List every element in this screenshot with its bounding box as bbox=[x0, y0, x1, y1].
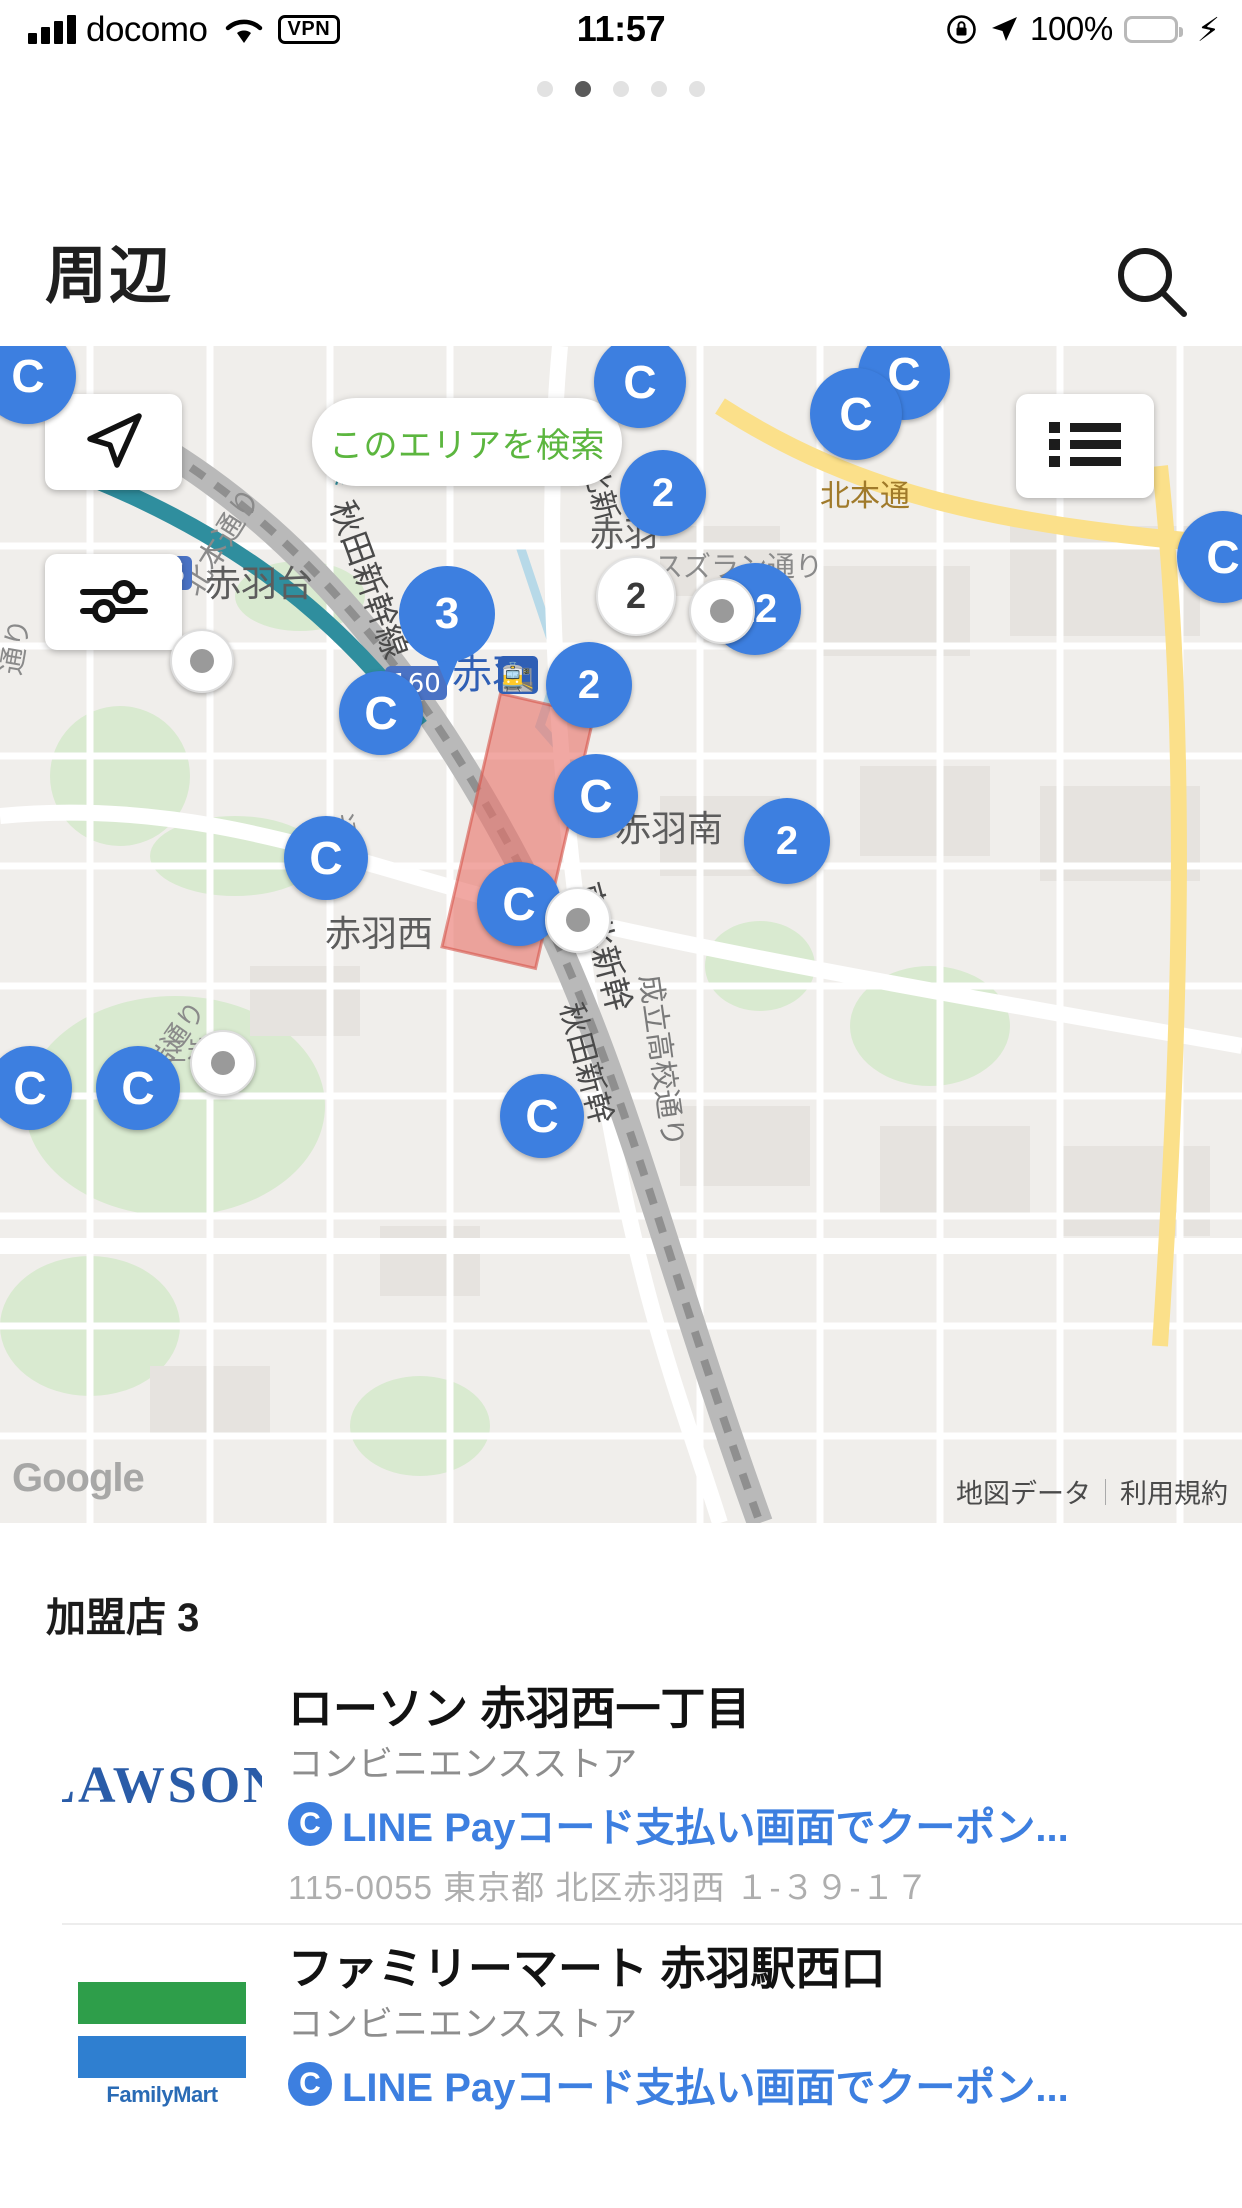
app-screen: docomo VPN 11:57 100% ⚡ 周辺 北本通り 通り 秋田新幹線… bbox=[0, 0, 1242, 2208]
cluster-count-label: 2 bbox=[775, 818, 799, 863]
rotation-lock-icon bbox=[945, 13, 978, 46]
page-dot[interactable] bbox=[537, 81, 553, 97]
list-item[interactable]: LAWSON ローソン 赤羽西一丁目 コンビニエンスストア C LINE Pay… bbox=[0, 1663, 1242, 1913]
svg-text:赤羽台: 赤羽台 bbox=[205, 564, 313, 605]
coupon-marker-label: C bbox=[11, 350, 45, 402]
map-marker-cluster[interactable]: 2 bbox=[546, 642, 632, 728]
map-marker-cluster[interactable]: 2 bbox=[744, 798, 830, 884]
coupon-badge-icon: C bbox=[288, 2062, 332, 2106]
store-category: コンビニエンスストア bbox=[288, 1745, 638, 1785]
coupon-marker-label: C bbox=[309, 832, 343, 884]
map-view[interactable]: 北本通り 通り 新幹線 秋田新幹線 東北新 東北新幹 秋田新幹 赤羽台 赤羽 赤… bbox=[0, 346, 1242, 1523]
map-poi-dot[interactable] bbox=[689, 578, 755, 644]
coupon-marker-label: C bbox=[502, 878, 536, 930]
store-info: ローソン 赤羽西一丁目 コンビニエンスストア C LINE Payコード支払い画… bbox=[288, 1681, 1206, 1909]
page-title: 周辺 bbox=[45, 242, 174, 311]
map-marker-coupon[interactable]: C bbox=[554, 754, 638, 838]
charging-bolt-icon: ⚡ bbox=[1196, 10, 1220, 48]
location-arrow-icon bbox=[989, 14, 1019, 44]
store-list: 加盟店 3 LAWSON ローソン 赤羽西一丁目 コンビニエンスストア C LI… bbox=[0, 1523, 1242, 2208]
store-category: コンビニエンスストア bbox=[288, 2005, 638, 2045]
battery-percent-label: 100% bbox=[1030, 10, 1113, 47]
cluster-count-label: 2 bbox=[651, 470, 675, 515]
navigation-arrow-icon bbox=[83, 409, 145, 476]
status-bar-right: 100% ⚡ bbox=[945, 6, 1220, 52]
sliders-icon bbox=[79, 575, 149, 630]
page-dot[interactable] bbox=[651, 81, 667, 97]
cluster-count-label: 2 bbox=[625, 575, 647, 616]
store-name: ファミリーマート 赤羽駅西口 bbox=[288, 1943, 886, 1994]
search-this-area-label: このエリアを検索 bbox=[329, 426, 605, 465]
search-icon bbox=[1113, 243, 1191, 326]
locate-me-button[interactable] bbox=[45, 394, 182, 490]
svg-text:🚉: 🚉 bbox=[501, 661, 535, 693]
page-dot[interactable] bbox=[613, 81, 629, 97]
map-marker-coupon[interactable]: C bbox=[810, 368, 902, 460]
page-header: 周辺 bbox=[0, 118, 1242, 346]
search-this-area-button[interactable]: このエリアを検索 bbox=[312, 398, 622, 486]
map-marker-coupon[interactable]: C bbox=[339, 671, 423, 755]
list-view-button[interactable] bbox=[1016, 394, 1154, 498]
coupon-marker-label: C bbox=[579, 770, 613, 822]
coupon-marker-label: C bbox=[1206, 531, 1240, 583]
map-poi-dot[interactable] bbox=[170, 629, 234, 693]
pin-count-label: 3 bbox=[399, 566, 495, 662]
familymart-logo: FamilyMart bbox=[62, 1945, 262, 2145]
svg-text:北本通: 北本通 bbox=[820, 479, 910, 514]
list-bullet-icon bbox=[1046, 416, 1124, 477]
map-poi-dot[interactable] bbox=[190, 1030, 256, 1096]
store-promo-label: LINE Payコード支払い画面でクーポン... bbox=[342, 1806, 1069, 1850]
map-marker-cluster-inactive[interactable]: 2 bbox=[596, 556, 676, 636]
map-attribution: 地図データ 利用規約 bbox=[956, 1472, 1228, 1511]
map-marker-coupon[interactable]: C bbox=[96, 1046, 180, 1130]
map-canvas: 北本通り 通り 新幹線 秋田新幹線 東北新 東北新幹 秋田新幹 赤羽台 赤羽 赤… bbox=[0, 346, 1242, 1523]
map-poi-dot[interactable] bbox=[545, 887, 611, 953]
store-promo[interactable]: C LINE Payコード支払い画面でクーポン... bbox=[288, 1795, 1206, 1853]
coupon-marker-label: C bbox=[623, 356, 657, 408]
page-dot[interactable] bbox=[689, 81, 705, 97]
map-data-label: 地図データ bbox=[956, 1479, 1091, 1509]
map-marker-coupon[interactable]: C bbox=[500, 1074, 584, 1158]
svg-text:赤羽西: 赤羽西 bbox=[325, 914, 433, 955]
map-marker-selected-pin[interactable]: 3 bbox=[399, 566, 495, 688]
cluster-count-label: 2 bbox=[577, 662, 601, 707]
battery-icon bbox=[1123, 15, 1183, 43]
store-name: ローソン 赤羽西一丁目 bbox=[288, 1683, 751, 1734]
map-marker-cluster[interactable]: 2 bbox=[620, 450, 706, 536]
terms-link[interactable]: 利用規約 bbox=[1120, 1472, 1228, 1511]
store-list-heading: 加盟店 3 bbox=[46, 1596, 200, 1640]
status-bar: docomo VPN 11:57 100% ⚡ bbox=[0, 0, 1242, 62]
coupon-badge-icon: C bbox=[288, 1802, 332, 1846]
lawson-logo: LAWSON bbox=[62, 1756, 262, 1814]
google-logo: Google bbox=[12, 1456, 145, 1500]
list-item[interactable]: FamilyMart ファミリーマート 赤羽駅西口 コンビニエンスストア C L… bbox=[0, 1923, 1242, 2173]
search-button[interactable] bbox=[1106, 238, 1198, 330]
coupon-marker-label: C bbox=[839, 388, 873, 440]
coupon-marker-label: C bbox=[364, 687, 398, 739]
store-promo-label: LINE Payコード支払い画面でクーポン... bbox=[342, 2066, 1069, 2110]
store-address: 115-0055 東京都 北区赤羽西 １‑３９‑１７ bbox=[288, 1869, 930, 1906]
attribution-divider bbox=[1105, 1478, 1106, 1505]
map-marker-coupon[interactable]: C bbox=[284, 816, 368, 900]
page-indicator-dots[interactable] bbox=[0, 78, 1242, 100]
filter-button[interactable] bbox=[45, 554, 182, 650]
list-divider bbox=[62, 1923, 1242, 1925]
store-info: ファミリーマート 赤羽駅西口 コンビニエンスストア C LINE Payコード支… bbox=[288, 1941, 1206, 2113]
page-dot-active[interactable] bbox=[575, 81, 591, 97]
store-promo[interactable]: C LINE Payコード支払い画面でクーポン... bbox=[288, 2055, 1206, 2113]
